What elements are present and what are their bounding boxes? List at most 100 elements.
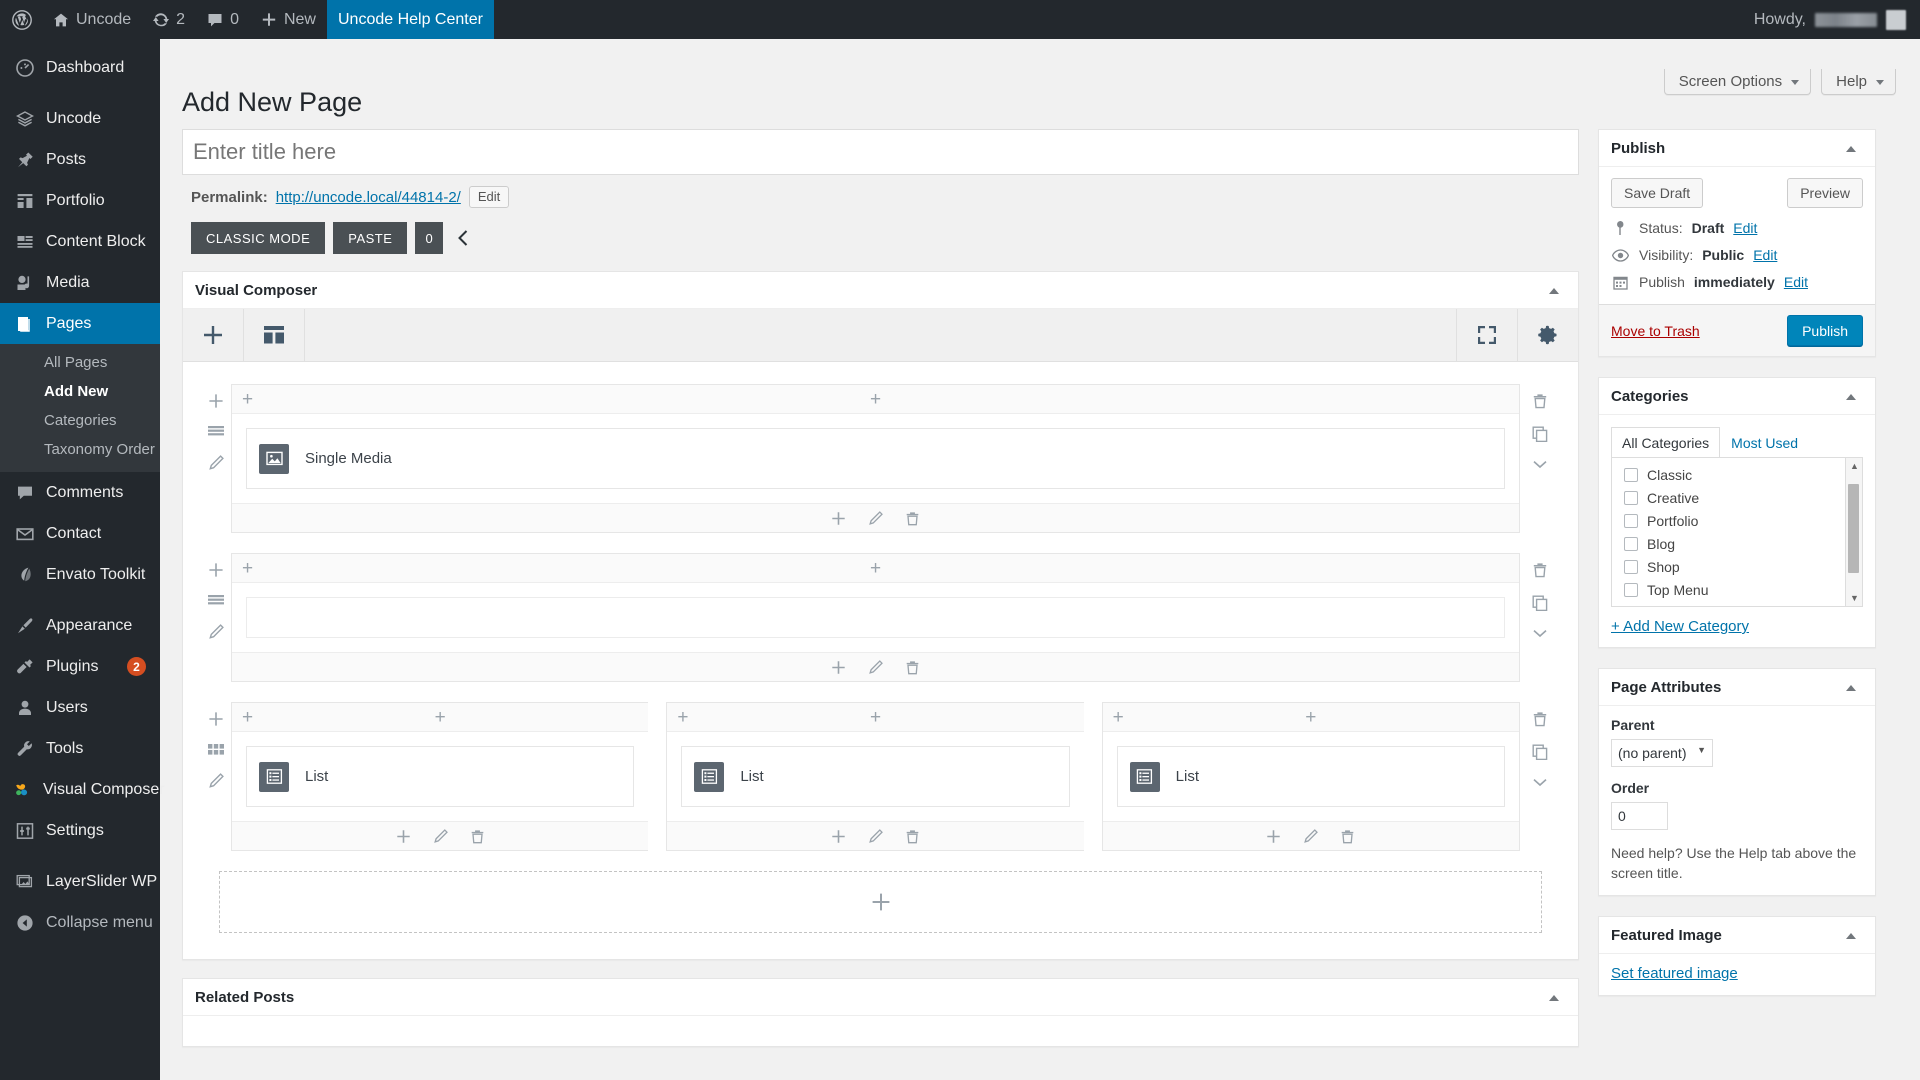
- category-item[interactable]: Portfolio: [1624, 511, 1862, 530]
- screen-options-button[interactable]: Screen Options: [1663, 69, 1812, 95]
- add-row-left-icon[interactable]: +: [677, 708, 688, 727]
- publish-button[interactable]: Publish: [1787, 315, 1863, 346]
- category-checkbox[interactable]: [1624, 536, 1638, 551]
- vc-settings-button[interactable]: [1517, 309, 1578, 361]
- add-row-left-icon[interactable]: +: [242, 559, 253, 578]
- add-in-column-icon[interactable]: [1266, 829, 1281, 844]
- sidebar-item-taxonomy-order[interactable]: Taxonomy Order: [0, 435, 160, 464]
- category-item[interactable]: Shop: [1624, 557, 1862, 576]
- chevron-down-icon[interactable]: [1532, 628, 1548, 638]
- sidebar-item-uncode[interactable]: Uncode: [0, 98, 160, 139]
- category-checkbox[interactable]: [1624, 559, 1638, 574]
- category-checkbox[interactable]: [1624, 513, 1638, 528]
- edit-column-icon[interactable]: [433, 828, 448, 844]
- chevron-down-icon[interactable]: [1532, 777, 1548, 787]
- sidebar-item-settings[interactable]: Settings: [0, 810, 160, 851]
- category-item[interactable]: Top Menu: [1624, 580, 1862, 599]
- featured-image-toggle[interactable]: [1837, 917, 1865, 954]
- page-attributes-toggle[interactable]: [1837, 669, 1865, 706]
- edit-row-icon[interactable]: [208, 455, 224, 471]
- delete-row-icon[interactable]: [1532, 562, 1548, 578]
- category-checkbox[interactable]: [1624, 582, 1638, 597]
- sidebar-item-appearance[interactable]: Appearance: [0, 605, 160, 646]
- clone-row-icon[interactable]: [1532, 595, 1548, 611]
- category-item[interactable]: Overlay: [1624, 603, 1862, 606]
- add-row-left-icon[interactable]: +: [1113, 708, 1124, 727]
- vc-metabox-toggle[interactable]: [1540, 272, 1568, 309]
- sidebar-item-pages[interactable]: Pages: [0, 303, 160, 344]
- tab-most-used[interactable]: Most Used: [1720, 427, 1809, 458]
- add-row-left-icon[interactable]: +: [242, 708, 253, 727]
- edit-column-icon[interactable]: [868, 510, 883, 526]
- edit-column-icon[interactable]: [868, 828, 883, 844]
- site-name-menu[interactable]: Uncode: [42, 0, 142, 39]
- sidebar-item-users[interactable]: Users: [0, 687, 160, 728]
- add-column-icon[interactable]: +: [870, 390, 881, 409]
- sidebar-item-comments[interactable]: Comments: [0, 472, 160, 513]
- category-checkbox[interactable]: [1624, 490, 1638, 505]
- edit-row-icon[interactable]: [208, 624, 224, 640]
- delete-row-icon[interactable]: [1532, 393, 1548, 409]
- category-item[interactable]: Creative: [1624, 488, 1862, 507]
- sidebar-item-layerslider-wp[interactable]: LayerSlider WP: [0, 861, 160, 902]
- row-layout-icon[interactable]: [208, 595, 224, 607]
- category-checkbox[interactable]: [1624, 467, 1638, 482]
- related-posts-toggle[interactable]: [1540, 979, 1568, 1016]
- sidebar-item-visual-composer[interactable]: Visual Composer: [0, 769, 165, 810]
- vc-add-row-area[interactable]: [219, 871, 1542, 933]
- scroll-up-arrow-icon[interactable]: ▲: [1850, 461, 1859, 471]
- edit-row-icon[interactable]: [208, 773, 224, 789]
- edit-permalink-button[interactable]: Edit: [468, 186, 510, 208]
- edit-schedule-link[interactable]: Edit: [1784, 274, 1808, 290]
- sidebar-item-dashboard[interactable]: Dashboard: [0, 47, 160, 88]
- add-in-column-icon[interactable]: [831, 829, 846, 844]
- add-row-left-icon[interactable]: +: [242, 390, 253, 409]
- edit-column-icon[interactable]: [868, 659, 883, 675]
- empty-element-placeholder[interactable]: [246, 597, 1505, 638]
- vc-add-template-button[interactable]: [244, 309, 305, 361]
- edit-visibility-link[interactable]: Edit: [1753, 247, 1777, 263]
- post-title-input[interactable]: Enter title here: [182, 129, 1579, 175]
- clone-row-icon[interactable]: [1532, 744, 1548, 760]
- edit-status-link[interactable]: Edit: [1733, 220, 1757, 236]
- set-featured-image-link[interactable]: Set featured image: [1611, 965, 1738, 982]
- add-element-icon[interactable]: [208, 711, 224, 727]
- sidebar-item-posts[interactable]: Posts: [0, 139, 160, 180]
- add-column-icon[interactable]: +: [870, 559, 881, 578]
- sidebar-item-plugins[interactable]: Plugins 2: [0, 646, 160, 687]
- add-in-column-icon[interactable]: [831, 511, 846, 526]
- move-to-trash-link[interactable]: Move to Trash: [1611, 323, 1700, 339]
- sidebar-item-portfolio[interactable]: Portfolio: [0, 180, 160, 221]
- sidebar-item-categories[interactable]: Categories: [0, 406, 160, 435]
- categories-toggle[interactable]: [1837, 378, 1865, 415]
- updates-menu[interactable]: 2: [142, 0, 196, 39]
- category-item[interactable]: Blog: [1624, 534, 1862, 553]
- categories-scrollbar[interactable]: ▲ ▼: [1845, 458, 1862, 606]
- wordpress-logo-menu[interactable]: [0, 0, 42, 39]
- help-button[interactable]: Help: [1821, 69, 1896, 95]
- add-column-icon[interactable]: +: [870, 708, 881, 727]
- sidebar-item-tools[interactable]: Tools: [0, 728, 160, 769]
- preview-button[interactable]: Preview: [1787, 178, 1863, 208]
- scrollbar-thumb[interactable]: [1848, 484, 1859, 573]
- columns-icon[interactable]: [208, 744, 224, 756]
- add-in-column-icon[interactable]: [396, 829, 411, 844]
- sidebar-item-all-pages[interactable]: All Pages: [0, 348, 160, 377]
- publish-toggle[interactable]: [1837, 130, 1865, 167]
- tab-all-categories[interactable]: All Categories: [1611, 427, 1721, 458]
- category-checkbox[interactable]: [1624, 605, 1638, 606]
- delete-column-icon[interactable]: [470, 829, 485, 844]
- add-new-category-link[interactable]: + Add New Category: [1611, 618, 1863, 635]
- delete-row-icon[interactable]: [1532, 711, 1548, 727]
- delete-column-icon[interactable]: [905, 829, 920, 844]
- clone-row-icon[interactable]: [1532, 426, 1548, 442]
- add-element-icon[interactable]: [208, 393, 224, 409]
- category-item[interactable]: Classic: [1624, 465, 1862, 484]
- paste-button[interactable]: PASTE: [333, 222, 408, 254]
- row-layout-icon[interactable]: [208, 426, 224, 438]
- uncode-help-center-menu[interactable]: Uncode Help Center: [326, 0, 494, 39]
- scroll-down-arrow-icon[interactable]: ▼: [1850, 593, 1859, 603]
- sidebar-item-content-block[interactable]: Content Block: [0, 221, 160, 262]
- delete-column-icon[interactable]: [905, 511, 920, 526]
- chevron-down-icon[interactable]: [1532, 459, 1548, 469]
